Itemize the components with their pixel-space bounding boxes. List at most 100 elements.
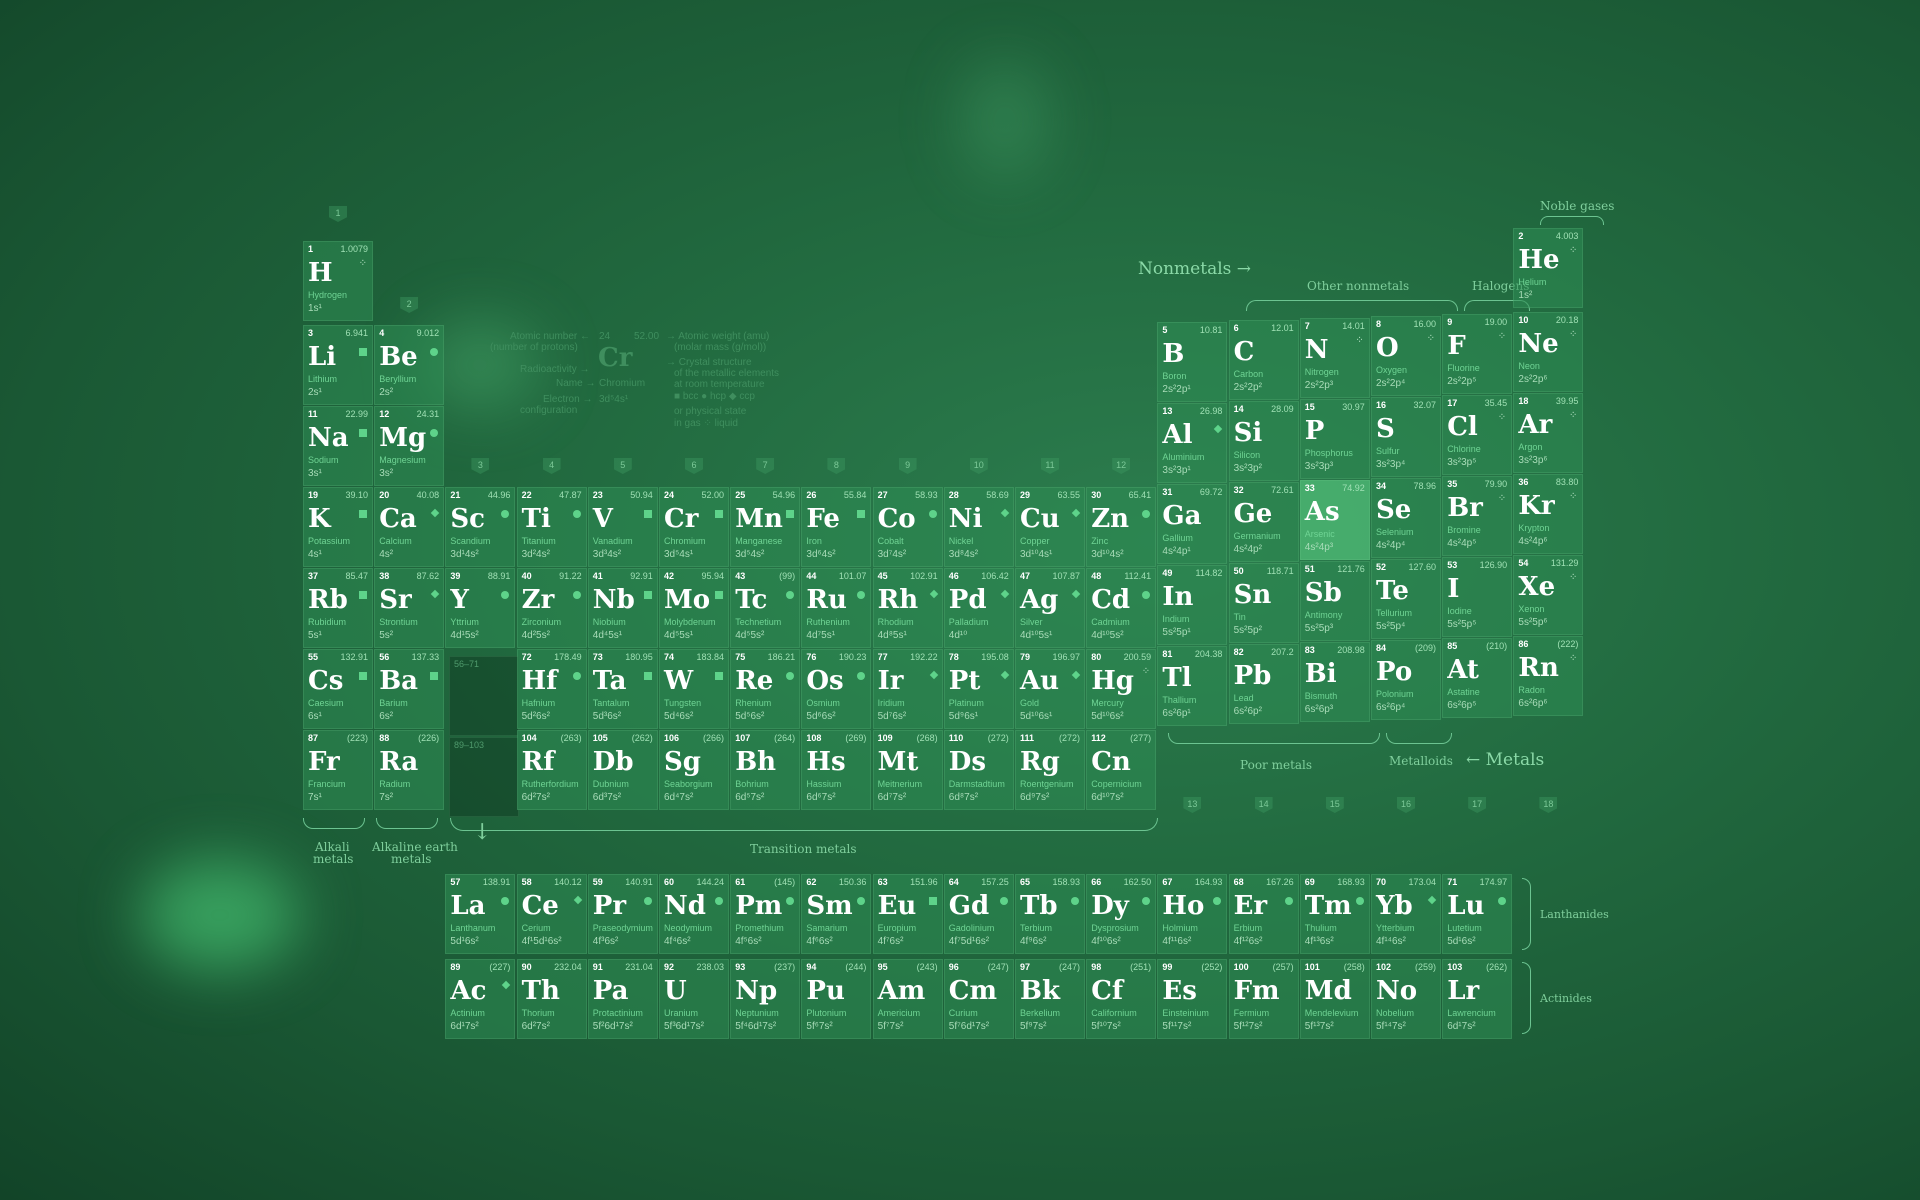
element-hafnium[interactable]: 72 178.49 Hf Hafnium 5d²6s²: [516, 649, 587, 729]
element-fermium[interactable]: 100 (257) Fm Fermium 5f¹²7s²: [1228, 959, 1299, 1039]
element-nickel[interactable]: 28 58.69 Ni Nickel 3d⁸4s²: [943, 487, 1014, 567]
element-rubidium[interactable]: 37 85.47 Rb Rubidium 5s¹: [303, 568, 373, 648]
element-rhodium[interactable]: 45 102.91 Rh Rhodium 4d⁸5s¹: [872, 568, 943, 648]
element-ytterbium[interactable]: 70 173.04 Yb Ytterbium 4f¹⁴6s²: [1371, 874, 1441, 954]
element-platinum[interactable]: 78 195.08 Pt Platinum 5d⁹6s¹: [943, 649, 1014, 729]
element-selenium[interactable]: 34 78.96 Se Selenium 4s²4p⁴: [1371, 478, 1441, 558]
element-bromine[interactable]: 35 79.90 Br Bromine 4s²4p⁵ ⁘: [1442, 476, 1513, 556]
element-thulium[interactable]: 69 168.93 Tm Thulium 4f¹³6s²: [1299, 874, 1370, 954]
element-meitnerium[interactable]: 109 (268) Mt Meitnerium 6d⁷7s²: [872, 730, 943, 810]
element-californium[interactable]: 98 (251) Cf Californium 5f¹⁰7s²: [1086, 959, 1157, 1039]
element-arsenic[interactable]: 33 74.92 As Arsenic 4s²4p³: [1299, 480, 1370, 560]
element-yttrium[interactable]: 39 88.91 Y Yttrium 4d¹5s²: [445, 568, 516, 648]
element-lanthanum[interactable]: 57 138.91 La Lanthanum 5d¹6s²: [445, 874, 516, 954]
element-scandium[interactable]: 21 44.96 Sc Scandium 3d¹4s²: [445, 487, 516, 567]
element-xenon[interactable]: 54 131.29 Xe Xenon 5s²5p⁶ ⁘: [1513, 555, 1584, 635]
element-polonium[interactable]: 84 (209) Po Polonium 6s²6p⁴: [1371, 640, 1441, 720]
element-einsteinium[interactable]: 99 (252) Es Einsteinium 5f¹¹7s²: [1157, 959, 1228, 1039]
element-radium[interactable]: 88 (226) Ra Radium 7s²: [374, 730, 445, 810]
element-germanium[interactable]: 32 72.61 Ge Germanium 4s²4p²: [1228, 482, 1299, 562]
element-protactinium[interactable]: 91 231.04 Pa Protactinium 5f²6d¹7s²: [587, 959, 658, 1039]
element-sodium[interactable]: 11 22.99 Na Sodium 3s¹: [303, 406, 373, 486]
element-hassium[interactable]: 108 (269) Hs Hassium 6d⁶7s²: [801, 730, 872, 810]
element-curium[interactable]: 96 (247) Cm Curium 5f⁷6d¹7s²: [943, 959, 1014, 1039]
element-nobelium[interactable]: 102 (259) No Nobelium 5f¹⁴7s²: [1371, 959, 1441, 1039]
element-technetium[interactable]: 43 (99) Tc Technetium 4d⁵5s²: [730, 568, 801, 648]
element-silicon[interactable]: 14 28.09 Si Silicon 3s²3p²: [1228, 401, 1299, 481]
element-cerium[interactable]: 58 140.12 Ce Cerium 4f¹5d¹6s²: [516, 874, 587, 954]
element-neodymium[interactable]: 60 144.24 Nd Neodymium 4f⁴6s²: [659, 874, 729, 954]
element-lutetium[interactable]: 71 174.97 Lu Lutetium 5d¹6s²: [1442, 874, 1513, 954]
element-argon[interactable]: 18 39.95 Ar Argon 3s²3p⁶ ⁘: [1513, 393, 1584, 473]
element-lawrencium[interactable]: 103 (262) Lr Lawrencium 6d¹7s²: [1442, 959, 1513, 1039]
element-molybdenum[interactable]: 42 95.94 Mo Molybdenum 4d⁵5s¹: [659, 568, 729, 648]
element-sulfur[interactable]: 16 32.07 S Sulfur 3s²3p⁴: [1371, 397, 1441, 477]
element-uranium[interactable]: 92 238.03 U Uranium 5f³6d¹7s²: [659, 959, 729, 1039]
element-darmstadtium[interactable]: 110 (272) Ds Darmstadtium 6d⁸7s²: [943, 730, 1014, 810]
element-tin[interactable]: 50 118.71 Sn Tin 5s²5p²: [1228, 563, 1299, 643]
element-gold[interactable]: 79 196.97 Au Gold 5d¹⁰6s¹: [1015, 649, 1085, 729]
element-plutonium[interactable]: 94 (244) Pu Plutonium 5f⁶7s²: [801, 959, 872, 1039]
element-europium[interactable]: 63 151.96 Eu Europium 4f⁷6s²: [872, 874, 943, 954]
element-samarium[interactable]: 62 150.36 Sm Samarium 4f⁶6s²: [801, 874, 872, 954]
element-silver[interactable]: 47 107.87 Ag Silver 4d¹⁰5s¹: [1015, 568, 1085, 648]
element-nitrogen[interactable]: 7 14.01 N Nitrogen 2s²2p³ ⁘: [1299, 318, 1370, 398]
element-ruthenium[interactable]: 44 101.07 Ru Ruthenium 4d⁷5s¹: [801, 568, 872, 648]
element-phosphorus[interactable]: 15 30.97 P Phosphorus 3s²3p³: [1299, 399, 1370, 479]
element-beryllium[interactable]: 4 9.012 Be Beryllium 2s²: [374, 325, 445, 405]
element-tungsten[interactable]: 74 183.84 W Tungsten 5d⁴6s²: [659, 649, 729, 729]
element-mendelevium[interactable]: 101 (258) Md Mendelevium 5f¹³7s²: [1299, 959, 1370, 1039]
element-astatine[interactable]: 85 (210) At Astatine 6s²6p⁵: [1442, 638, 1513, 718]
element-holmium[interactable]: 67 164.93 Ho Holmium 4f¹¹6s²: [1157, 874, 1228, 954]
element-boron[interactable]: 5 10.81 B Boron 2s²2p¹: [1157, 322, 1228, 402]
element-lithium[interactable]: 3 6.941 Li Lithium 2s¹: [303, 325, 373, 405]
element-fluorine[interactable]: 9 19.00 F Fluorine 2s²2p⁵ ⁘: [1442, 314, 1513, 394]
element-magnesium[interactable]: 12 24.31 Mg Magnesium 3s²: [374, 406, 445, 486]
element-aluminium[interactable]: 13 26.98 Al Aluminium 3s²3p¹: [1157, 403, 1228, 483]
element-gallium[interactable]: 31 69.72 Ga Gallium 4s²4p¹: [1157, 484, 1228, 564]
element-niobium[interactable]: 41 92.91 Nb Niobium 4d⁴5s¹: [587, 568, 658, 648]
element-palladium[interactable]: 46 106.42 Pd Palladium 4d¹⁰: [943, 568, 1014, 648]
element-hydrogen[interactable]: 1 1.0079 H Hydrogen 1s¹ ⁘: [303, 241, 373, 321]
element-neptunium[interactable]: 93 (237) Np Neptunium 5f⁴6d¹7s²: [730, 959, 801, 1039]
element-rutherfordium[interactable]: 104 (263) Rf Rutherfordium 6d²7s²: [516, 730, 587, 810]
element-radon[interactable]: 86 (222) Rn Radon 6s²6p⁶ ⁘: [1513, 636, 1584, 716]
element-thorium[interactable]: 90 232.04 Th Thorium 6d²7s²: [516, 959, 587, 1039]
element-mercury[interactable]: 80 200.59 Hg Mercury 5d¹⁰6s² ⁘: [1086, 649, 1157, 729]
element-indium[interactable]: 49 114.82 In Indium 5s²5p¹: [1157, 565, 1228, 645]
element-copper[interactable]: 29 63.55 Cu Copper 3d¹⁰4s¹: [1015, 487, 1085, 567]
element-lead[interactable]: 82 207.2 Pb Lead 6s²6p²: [1228, 644, 1299, 724]
element-osmium[interactable]: 76 190.23 Os Osmium 5d⁶6s²: [801, 649, 872, 729]
element-neon[interactable]: 10 20.18 Ne Neon 2s²2p⁶ ⁘: [1513, 312, 1584, 392]
element-thallium[interactable]: 81 204.38 Tl Thallium 6s²6p¹: [1157, 646, 1228, 726]
element-bohrium[interactable]: 107 (264) Bh Bohrium 6d⁵7s²: [730, 730, 801, 810]
element-zinc[interactable]: 30 65.41 Zn Zinc 3d¹⁰4s²: [1086, 487, 1157, 567]
element-carbon[interactable]: 6 12.01 C Carbon 2s²2p²: [1228, 320, 1299, 400]
element-seaborgium[interactable]: 106 (266) Sg Seaborgium 6d⁴7s²: [659, 730, 729, 810]
element-iron[interactable]: 26 55.84 Fe Iron 3d⁶4s²: [801, 487, 872, 567]
element-manganese[interactable]: 25 54.96 Mn Manganese 3d⁵4s²: [730, 487, 801, 567]
element-terbium[interactable]: 65 158.93 Tb Terbium 4f⁹6s²: [1015, 874, 1085, 954]
element-tellurium[interactable]: 52 127.60 Te Tellurium 5s²5p⁴: [1371, 559, 1441, 639]
element-titanium[interactable]: 22 47.87 Ti Titanium 3d²4s²: [516, 487, 587, 567]
element-potassium[interactable]: 19 39.10 K Potassium 4s¹: [303, 487, 373, 567]
element-zirconium[interactable]: 40 91.22 Zr Zirconium 4d²5s²: [516, 568, 587, 648]
element-bismuth[interactable]: 83 208.98 Bi Bismuth 6s²6p³: [1299, 642, 1370, 722]
element-iridium[interactable]: 77 192.22 Ir Iridium 5d⁷6s²: [872, 649, 943, 729]
element-cadmium[interactable]: 48 112.41 Cd Cadmium 4d¹⁰5s²: [1086, 568, 1157, 648]
element-tantalum[interactable]: 73 180.95 Ta Tantalum 5d³6s²: [587, 649, 658, 729]
element-copernicium[interactable]: 112 (277) Cn Copernicium 6d¹⁰7s²: [1086, 730, 1157, 810]
element-oxygen[interactable]: 8 16.00 O Oxygen 2s²2p⁴ ⁘: [1371, 316, 1441, 396]
element-francium[interactable]: 87 (223) Fr Francium 7s¹: [303, 730, 373, 810]
element-caesium[interactable]: 55 132.91 Cs Caesium 6s¹: [303, 649, 373, 729]
element-strontium[interactable]: 38 87.62 Sr Strontium 5s²: [374, 568, 445, 648]
element-berkelium[interactable]: 97 (247) Bk Berkelium 5f⁹7s²: [1015, 959, 1085, 1039]
element-erbium[interactable]: 68 167.26 Er Erbium 4f¹²6s²: [1228, 874, 1299, 954]
element-helium[interactable]: 2 4.003 He Helium 1s² ⁘: [1513, 228, 1584, 308]
element-roentgenium[interactable]: 111 (272) Rg Roentgenium 6d⁹7s²: [1015, 730, 1085, 810]
element-praseodymium[interactable]: 59 140.91 Pr Praseodymium 4f³6s²: [587, 874, 658, 954]
element-iodine[interactable]: 53 126.90 I Iodine 5s²5p⁵: [1442, 557, 1513, 637]
element-calcium[interactable]: 20 40.08 Ca Calcium 4s²: [374, 487, 445, 567]
element-dubnium[interactable]: 105 (262) Db Dubnium 6d³7s²: [587, 730, 658, 810]
element-dysprosium[interactable]: 66 162.50 Dy Dysprosium 4f¹⁰6s²: [1086, 874, 1157, 954]
